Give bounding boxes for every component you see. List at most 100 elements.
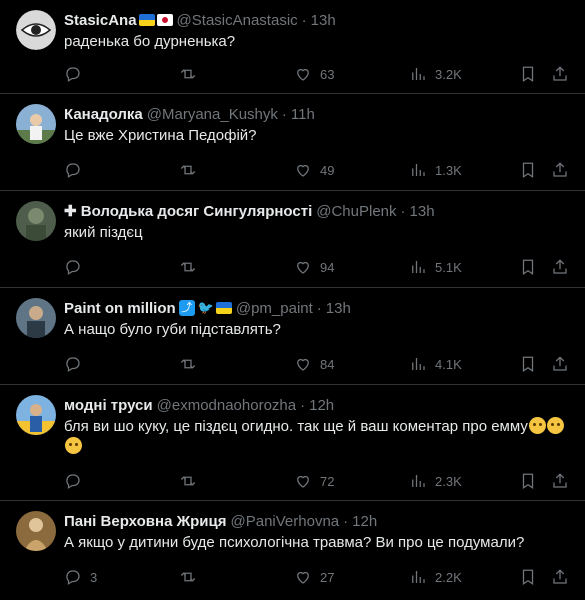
share-icon[interactable] [551, 472, 569, 490]
tweet[interactable]: Канадолка @Maryana_Kushyk · 11h Це вже Х… [0, 94, 585, 191]
eye-logo-icon [16, 10, 56, 50]
display-name[interactable]: ✚ Володька досяг Сингулярності [64, 202, 312, 220]
bookmark-icon[interactable] [519, 355, 537, 373]
arrow-badge-icon: ⤴ [178, 300, 195, 316]
retweet-button[interactable] [179, 355, 294, 373]
retweet-button[interactable] [179, 161, 294, 179]
reply-icon [66, 67, 80, 82]
share-icon[interactable] [551, 568, 569, 586]
tweet-header: модні труси @exmodnaohorozha · 12h [64, 395, 569, 415]
reply-button[interactable] [64, 161, 179, 179]
timestamp[interactable]: 12h [309, 397, 334, 414]
tweet-text: А нащо було губи підставлять? [64, 321, 281, 338]
tweet-header: StasicAna @StasicAnastasic · 13h [64, 10, 569, 30]
reply-button[interactable] [64, 472, 179, 490]
avatar[interactable] [16, 395, 56, 435]
share-icon[interactable] [551, 161, 569, 179]
timestamp[interactable]: 12h [352, 513, 377, 530]
handle[interactable]: @Maryana_Kushyk [147, 106, 278, 123]
tweet[interactable]: Пані Верховна Жриця @PaniVerhovna · 12h … [0, 501, 585, 600]
like-icon [297, 358, 309, 371]
like-button[interactable]: 49 [294, 161, 409, 179]
views-button[interactable]: 2.3K [409, 472, 517, 490]
views-button[interactable]: 2.2K [409, 568, 517, 586]
views-icon [412, 571, 425, 583]
timestamp[interactable]: 13h [326, 300, 351, 317]
display-name[interactable]: модні труси [64, 397, 153, 414]
reply-button[interactable] [64, 65, 179, 83]
avatar[interactable] [16, 298, 56, 338]
share-icon[interactable] [551, 258, 569, 276]
separator-dot: · [301, 11, 307, 29]
reply-count: 3 [90, 569, 98, 585]
timestamp[interactable]: 13h [410, 203, 435, 220]
views-button[interactable]: 1.3K [409, 161, 517, 179]
tweet-header: Канадолка @Maryana_Kushyk · 11h [64, 104, 569, 124]
handle[interactable]: @PaniVerhovna [231, 513, 340, 530]
tweet-actions: 72 2.3K [64, 471, 569, 491]
like-button[interactable]: 72 [294, 472, 409, 490]
tweet-actions: 84 4.1K [64, 354, 569, 374]
reply-button[interactable] [64, 258, 179, 276]
like-button[interactable]: 63 [294, 65, 409, 83]
tweet-actions: 63 3.2K [64, 64, 569, 84]
separator-dot: · [300, 396, 306, 414]
retweet-icon [180, 165, 196, 175]
retweet-button[interactable] [179, 258, 294, 276]
person-photo-icon [16, 104, 56, 144]
reply-button[interactable] [64, 355, 179, 373]
reply-button[interactable]: 3 [64, 568, 179, 586]
views-count: 4.1K [435, 356, 462, 372]
ukraine-flag-icon [138, 14, 155, 26]
timestamp[interactable]: 11h [291, 106, 315, 123]
timestamp[interactable]: 13h [311, 12, 336, 29]
reply-icon [66, 163, 80, 178]
retweet-button[interactable] [179, 568, 294, 586]
bird-icon: 🐦 [197, 300, 214, 315]
views-count: 5.1K [435, 259, 462, 275]
avatar[interactable] [16, 104, 56, 144]
bookmark-icon[interactable] [519, 472, 537, 490]
handle[interactable]: @pm_paint [236, 300, 313, 317]
display-name[interactable]: StasicAna [64, 12, 137, 29]
bookmark-icon[interactable] [519, 65, 537, 83]
like-button[interactable]: 94 [294, 258, 409, 276]
emoji-pleading-icon [528, 417, 546, 434]
retweet-icon [180, 69, 196, 79]
display-name[interactable]: Канадолка [64, 106, 143, 123]
tweet[interactable]: модні труси @exmodnaohorozha · 12h бля в… [0, 385, 585, 501]
like-icon [297, 68, 309, 81]
like-icon [297, 475, 309, 488]
like-button[interactable]: 84 [294, 355, 409, 373]
share-icon[interactable] [551, 355, 569, 373]
share-icon[interactable] [551, 65, 569, 83]
views-count: 1.3K [435, 162, 462, 178]
separator-dot: · [316, 299, 322, 317]
bookmark-icon[interactable] [519, 161, 537, 179]
tweet[interactable]: StasicAna @StasicAnastasic · 13h раденьк… [0, 0, 585, 94]
retweet-button[interactable] [179, 472, 294, 490]
painting-portrait-icon [16, 511, 56, 551]
views-button[interactable]: 4.1K [409, 355, 517, 373]
avatar[interactable] [16, 201, 56, 241]
handle[interactable]: @ChuPlenk [316, 203, 396, 220]
display-name[interactable]: Пані Верховна Жриця [64, 513, 227, 530]
like-button[interactable]: 27 [294, 568, 409, 586]
handle[interactable]: @exmodnaohorozha [157, 397, 296, 414]
reply-icon [66, 260, 80, 275]
like-count: 49 [320, 162, 335, 178]
tweet[interactable]: ✚ Володька досяг Сингулярності @ChuPlenk… [0, 191, 585, 288]
handle[interactable]: @StasicAnastasic [177, 12, 298, 29]
views-button[interactable]: 3.2K [409, 65, 517, 83]
retweet-button[interactable] [179, 65, 294, 83]
display-name[interactable]: Paint on million [64, 300, 176, 317]
tweet[interactable]: Paint on million ⤴ 🐦 @pm_paint · 13h А н… [0, 288, 585, 385]
like-count: 27 [320, 569, 335, 585]
separator-dot: · [281, 105, 287, 123]
avatar[interactable] [16, 10, 56, 50]
views-button[interactable]: 5.1K [409, 258, 517, 276]
tweet-actions: 94 5.1K [64, 257, 569, 277]
avatar[interactable] [16, 511, 56, 551]
bookmark-icon[interactable] [519, 258, 537, 276]
bookmark-icon[interactable] [519, 568, 537, 586]
